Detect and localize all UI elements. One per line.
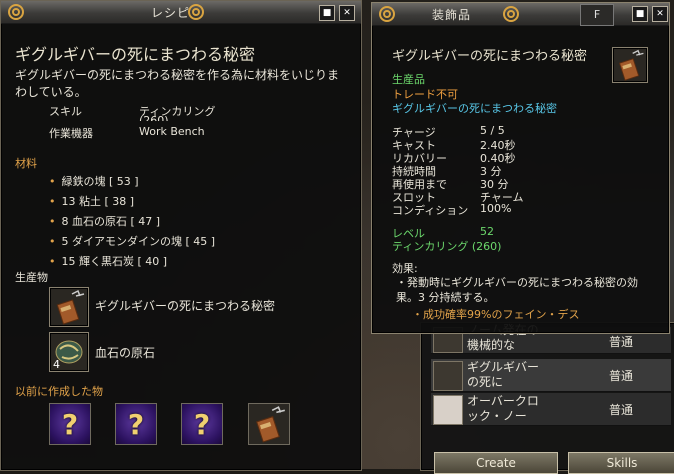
list-item-name: ギグルギバーの死に <box>467 360 540 389</box>
list-item-name: オーバークロック・ノー <box>467 394 539 423</box>
product-name: 血石の原石 <box>95 346 156 360</box>
secret-item-icon <box>256 406 285 443</box>
products-header: 生産物 <box>15 271 48 284</box>
unknown-item-slot[interactable]: ? <box>181 403 223 445</box>
recipe-window: レシピ ■ ✕ ギグルギバーの死にまつわる秘密 ギグルギバーの死にまつわる秘密を… <box>0 0 362 471</box>
secret-item-icon <box>618 49 644 81</box>
list-item-quality: 普通 <box>609 403 634 417</box>
skill-label: スキル <box>49 105 82 118</box>
unknown-item-slot[interactable]: ? <box>49 403 91 445</box>
recipe-item-name: ギグルギバーの死にまつわる秘密 <box>15 45 256 64</box>
product-slot[interactable] <box>49 287 89 327</box>
minimize-button[interactable]: ■ <box>632 6 648 22</box>
material-item[interactable]: • 8 血石の原石 [ 47 ] <box>49 213 160 229</box>
create-button[interactable]: Create <box>434 452 558 474</box>
material-item[interactable]: • 15 輝く黒石炭 [ 40 ] <box>49 253 167 269</box>
list-item[interactable]: ギグルギバーの死に 普通 <box>431 359 671 392</box>
list-item-quality: 普通 <box>609 369 634 383</box>
skill-level: (260) <box>139 115 169 121</box>
tooltip-item-name: ギグルギバーの死にまつわる秘密 <box>392 49 588 64</box>
swirl-ornament-icon <box>188 4 204 20</box>
secret-item-icon <box>56 289 85 325</box>
set-name: ギグルギバーの死にまつわる秘密 <box>392 102 557 115</box>
effect-sub: ・成功確率99%のフェイン・デス <box>412 307 579 322</box>
material-item[interactable]: • 緑鉄の塊 [ 53 ] <box>49 173 139 189</box>
previous-item-slot[interactable] <box>248 403 290 445</box>
list-item[interactable]: オーバークロック・ノー 普通 <box>431 393 671 426</box>
tooltip-title: 装飾品 <box>432 8 472 22</box>
product-count: 4 <box>53 358 60 371</box>
craft-list-window: ノーム発在の機械的な 普通 ギグルギバーの死に 普通 オーバークロック・ノー 普… <box>420 322 674 471</box>
skills-button[interactable]: Skills <box>568 452 674 474</box>
close-button[interactable]: ✕ <box>339 5 355 21</box>
recipe-window-title: レシピ <box>151 6 191 20</box>
stat-label: コンディション <box>392 204 469 217</box>
effect-text: ・発動時にギグルギバーの死にまつわる秘密の効果。3 分持続する。 <box>396 276 638 304</box>
item-type: 生産品 <box>392 73 425 86</box>
secret-item-icon <box>433 361 463 391</box>
required-skill: ティンカリング (260) <box>392 240 502 253</box>
stat-value: 100% <box>480 202 512 215</box>
material-item[interactable]: • 5 ダイアモンダインの塊 [ 45 ] <box>49 233 215 249</box>
stat-value: 5 / 5 <box>480 124 505 137</box>
tooltip-titlebar[interactable]: 装飾品 <box>372 3 669 26</box>
recipe-titlebar[interactable]: レシピ ■ ✕ <box>1 1 361 24</box>
unknown-item-slot[interactable]: ? <box>115 403 157 445</box>
swirl-ornament-icon <box>503 6 519 22</box>
station-label: 作業機器 <box>49 127 93 140</box>
materials-header: 材料 <box>15 157 37 170</box>
minimize-button[interactable]: ■ <box>319 5 335 21</box>
swirl-ornament-icon <box>379 6 395 22</box>
recipe-description: ギグルギバーの死にまつわる秘密を作る為に材料をいじりまわしている。 <box>15 68 340 99</box>
item-tooltip-window: 装飾品 ギグルギバーの死にまつわる秘密 生産品 トレード不可 ギグルギバーの死に… <box>371 2 670 334</box>
effect-sub-text: ・成功確率99%のフェイン・デス <box>412 308 580 321</box>
material-item[interactable]: • 13 粘土 [ 38 ] <box>49 193 134 209</box>
boots-icon <box>433 395 463 425</box>
effect-header: 効果: <box>392 262 418 275</box>
product-slot[interactable]: 4 <box>49 332 89 372</box>
product-name: ギグルギバーの死にまつわる秘密 <box>95 299 276 313</box>
previous-header: 以前に作成した物 <box>15 385 103 398</box>
tooltip-item-icon <box>612 47 648 83</box>
station-value: Work Bench <box>139 125 205 138</box>
list-item-quality: 普通 <box>609 335 634 349</box>
tab-f[interactable]: F <box>580 4 614 26</box>
close-button[interactable]: ✕ <box>652 6 668 22</box>
swirl-ornament-icon <box>8 4 24 20</box>
level-value: 52 <box>480 225 494 238</box>
